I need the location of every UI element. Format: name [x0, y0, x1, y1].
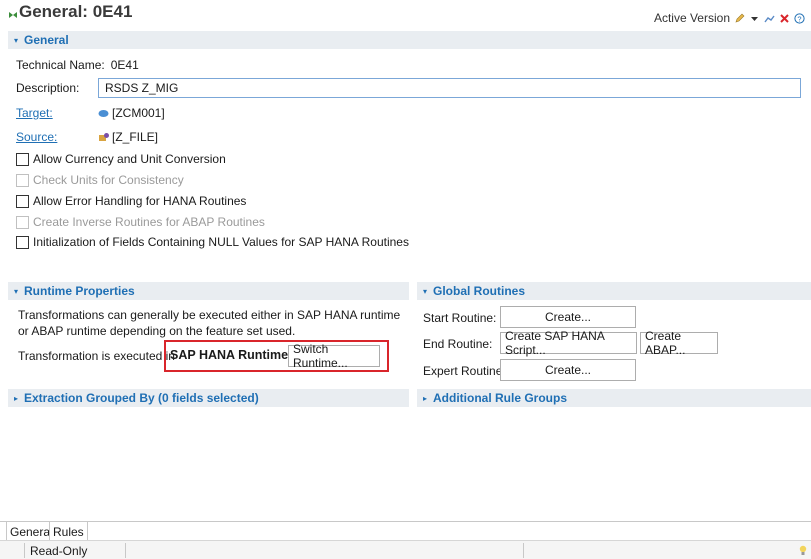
description-input[interactable]	[98, 78, 801, 98]
description-label: Description:	[16, 81, 80, 95]
target-value-row: [ZCM001]	[98, 106, 165, 120]
target-value: [ZCM001]	[112, 106, 165, 120]
checkbox[interactable]	[16, 152, 29, 166]
lightbulb-icon	[799, 545, 807, 555]
runtime-description-line1: Transformations can generally be execute…	[18, 308, 401, 322]
editor-tabs: General Rules	[0, 521, 811, 541]
description-label-row: Description:	[16, 81, 79, 95]
tab-rules[interactable]: Rules	[49, 522, 88, 541]
global-routines-section-header[interactable]: ▾ Global Routines	[417, 282, 811, 300]
transformation-icon	[9, 12, 17, 18]
start-routine-label: Start Routine:	[423, 311, 497, 325]
technical-name-label: Technical Name:	[16, 58, 105, 72]
source-value: [Z_FILE]	[112, 130, 159, 144]
active-version-label: Active Version	[653, 11, 730, 25]
technical-name-row: Technical Name: 0E41	[16, 58, 139, 72]
source-link[interactable]: Source:	[16, 130, 57, 144]
option-error-handling[interactable]: Allow Error Handling for HANA Routines	[16, 194, 246, 208]
target-link[interactable]: Target:	[16, 106, 53, 120]
svg-text:?: ?	[797, 14, 801, 23]
editor-title: General: 0E41	[19, 2, 133, 21]
checkbox	[16, 215, 29, 229]
help-icon[interactable]: ?	[794, 12, 805, 24]
option-null-initialization[interactable]: Initialization of Fields Containing NULL…	[16, 235, 409, 249]
expand-arrow-icon: ▾	[423, 286, 428, 296]
runtime-executed-label: Transformation is executed in	[18, 349, 175, 363]
checkbox[interactable]	[16, 235, 29, 249]
editor-title-bar: General: 0E41 Active Version ?	[0, 0, 811, 28]
start-routine-create-button[interactable]: Create...	[500, 306, 636, 328]
runtime-description-line2: or ABAP runtime depending on the feature…	[18, 324, 296, 338]
runtime-section-header[interactable]: ▾ Runtime Properties	[8, 282, 409, 300]
dropdown-arrow-icon[interactable]	[749, 13, 760, 24]
global-routines-title: Global Routines	[433, 284, 526, 298]
option-check-units: Check Units for Consistency	[16, 173, 184, 187]
general-section-title: General	[24, 33, 69, 47]
source-value-row: [Z_FILE]	[98, 130, 158, 144]
runtime-section-title: Runtime Properties	[24, 284, 135, 298]
status-separator	[24, 543, 25, 558]
highlight-box	[164, 340, 389, 372]
collapse-arrow-icon: ▸	[14, 393, 19, 403]
status-bar: Read-Only	[0, 540, 811, 559]
extraction-section-header[interactable]: ▸ Extraction Grouped By (0 fields select…	[8, 389, 409, 407]
checkbox	[16, 173, 29, 187]
end-routine-abap-button[interactable]: Create ABAP...	[640, 329, 718, 357]
collapse-arrow-icon: ▸	[423, 393, 428, 403]
checkbox[interactable]	[16, 194, 29, 208]
chart-icon[interactable]	[764, 13, 775, 24]
source-row: Source:	[16, 130, 57, 144]
technical-name-value: 0E41	[110, 58, 139, 72]
expert-routine-label: Expert Routine:	[423, 364, 506, 378]
datasource-icon	[99, 132, 109, 141]
end-routine-hana-button[interactable]: Create SAP HANA Script...	[500, 329, 637, 357]
end-routine-label: End Routine:	[423, 337, 493, 351]
general-section-header[interactable]: ▾ General	[8, 31, 811, 49]
additional-rules-title: Additional Rule Groups	[433, 391, 567, 405]
option-currency-conversion[interactable]: Allow Currency and Unit Conversion	[16, 152, 226, 166]
status-mode: Read-Only	[30, 544, 88, 558]
expand-arrow-icon: ▾	[14, 286, 19, 296]
option-inverse-routines: Create Inverse Routines for ABAP Routine…	[16, 215, 265, 229]
extraction-section-title: Extraction Grouped By (0 fields selected…	[24, 391, 259, 405]
status-separator	[125, 543, 126, 558]
title-toolbar: Active Version ?	[654, 11, 805, 25]
expert-routine-create-button[interactable]: Create...	[500, 359, 636, 381]
target-row: Target:	[16, 106, 53, 120]
infoprovider-icon	[98, 109, 109, 117]
status-separator	[523, 543, 524, 558]
expand-arrow-icon: ▾	[14, 35, 19, 45]
pencil-icon[interactable]	[734, 13, 745, 24]
close-red-icon[interactable]	[779, 13, 790, 24]
additional-rules-section-header[interactable]: ▸ Additional Rule Groups	[417, 389, 811, 407]
